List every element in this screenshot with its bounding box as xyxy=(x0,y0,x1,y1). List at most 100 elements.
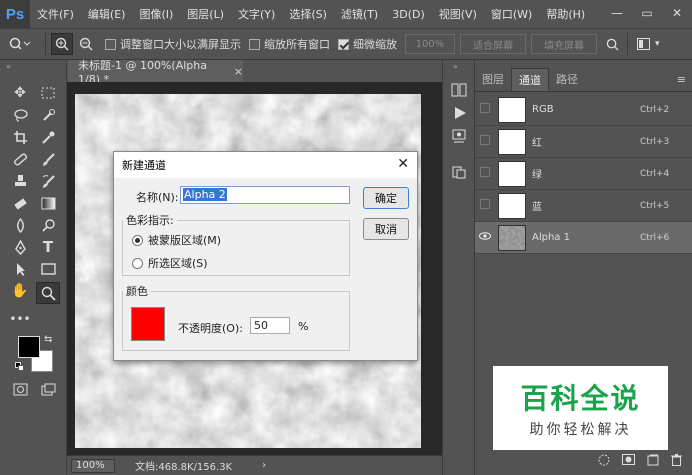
tab-paths[interactable]: 路径 xyxy=(549,68,585,91)
watermark: 百科全说 助你轻松解决 xyxy=(493,366,668,450)
path-select-tool-icon[interactable] xyxy=(8,258,32,280)
default-colors-icon[interactable] xyxy=(15,362,24,371)
channel-row-rgb[interactable]: RGB Ctrl+2 xyxy=(475,94,692,126)
menu-select[interactable]: 选择(S) xyxy=(282,6,334,22)
zoom-tool-preset-icon[interactable] xyxy=(0,37,40,51)
channel-thumbnail xyxy=(498,128,526,155)
type-tool-icon[interactable]: T xyxy=(36,236,60,258)
quick-select-tool-icon[interactable] xyxy=(36,104,60,126)
load-selection-icon[interactable] xyxy=(598,454,610,469)
eyedropper-tool-icon[interactable] xyxy=(36,126,60,148)
blur-tool-icon[interactable] xyxy=(8,214,32,236)
zoom-in-icon[interactable] xyxy=(51,33,73,55)
maximize-button[interactable]: ▭ xyxy=(632,0,662,28)
scrubby-zoom-checkbox[interactable] xyxy=(338,38,353,51)
channel-row-red[interactable]: 红 Ctrl+3 xyxy=(475,126,692,158)
channel-row-alpha1[interactable]: Alpha 1 Ctrl+6 xyxy=(475,222,692,254)
selected-areas-radio[interactable]: 所选区域(S) xyxy=(132,255,208,271)
foreground-color-swatch[interactable] xyxy=(18,336,40,358)
screen-mode-icon[interactable] xyxy=(36,378,60,400)
ok-button[interactable]: 确定 xyxy=(363,187,409,209)
align-panel-icon[interactable] xyxy=(451,164,467,183)
tab-layers[interactable]: 图层 xyxy=(475,68,511,91)
zoom-out-icon[interactable] xyxy=(75,33,97,55)
actions-play-icon[interactable] xyxy=(453,106,467,123)
menu-file[interactable]: 文件(F) xyxy=(30,6,81,22)
menu-image[interactable]: 图像(I) xyxy=(132,6,180,22)
radio-button[interactable] xyxy=(132,234,143,246)
channel-row-green[interactable]: 绿 Ctrl+4 xyxy=(475,158,692,190)
search-icon[interactable] xyxy=(602,38,622,51)
visibility-toggle[interactable] xyxy=(475,103,495,116)
zoom-all-checkbox[interactable] xyxy=(249,38,264,51)
eraser-tool-icon[interactable] xyxy=(8,192,32,214)
new-channel-icon[interactable] xyxy=(647,454,659,469)
chevron-down-icon[interactable]: ▾ xyxy=(655,39,660,49)
minimize-button[interactable]: — xyxy=(602,0,632,28)
crop-tool-icon[interactable] xyxy=(8,126,32,148)
opacity-input[interactable]: 50 xyxy=(250,317,290,334)
more-tools-icon[interactable]: ••• xyxy=(8,308,32,330)
menu-type[interactable]: 文字(Y) xyxy=(231,6,282,22)
collapse-arrows-icon[interactable]: « xyxy=(6,62,11,71)
fill-screen-button[interactable]: 填充屏幕 xyxy=(531,34,597,54)
radio-button[interactable] xyxy=(132,257,143,269)
clone-stamp-tool-icon[interactable] xyxy=(8,170,32,192)
menu-window[interactable]: 窗口(W) xyxy=(484,6,539,22)
visibility-toggle[interactable] xyxy=(475,167,495,180)
menu-help[interactable]: 帮助(H) xyxy=(539,6,592,22)
document-tab[interactable]: 未标题-1 @ 100%(Alpha 1/8) * × xyxy=(68,59,243,86)
status-menu-arrow[interactable]: › xyxy=(262,460,266,471)
close-icon[interactable]: ✕ xyxy=(397,156,409,172)
cancel-button[interactable]: 取消 xyxy=(363,218,409,240)
name-input[interactable]: Alpha 2 xyxy=(180,186,350,204)
quick-mask-icon[interactable] xyxy=(8,378,32,400)
tab-channels[interactable]: 通道 xyxy=(511,68,549,91)
trash-icon[interactable] xyxy=(671,453,682,469)
history-brush-tool-icon[interactable] xyxy=(36,170,60,192)
lasso-tool-icon[interactable] xyxy=(8,104,32,126)
swap-colors-icon[interactable]: ⇆ xyxy=(44,334,52,345)
expand-arrows-icon[interactable]: » xyxy=(453,62,458,71)
pen-tool-icon[interactable] xyxy=(8,236,32,258)
fit-screen-button[interactable]: 适合屏幕 xyxy=(460,34,526,54)
marquee-tool-icon[interactable] xyxy=(36,82,60,104)
rectangle-tool-icon[interactable] xyxy=(36,258,60,280)
new-channel-dialog: 新建通道 ✕ 名称(N): Alpha 2 确定 取消 色彩指示: 被蒙版区域(… xyxy=(113,151,418,361)
name-input-value: Alpha 2 xyxy=(183,188,227,201)
status-zoom-field[interactable]: 100% xyxy=(71,458,115,473)
status-doc-size: 文档:468.8K/156.3K xyxy=(135,462,233,473)
opacity-unit: % xyxy=(298,320,309,333)
history-panel-icon[interactable] xyxy=(451,82,467,101)
zoom-100-button[interactable]: 100% xyxy=(405,34,455,54)
brush-tool-icon[interactable] xyxy=(36,148,60,170)
close-tab-icon[interactable]: × xyxy=(234,65,243,78)
properties-panel-icon[interactable] xyxy=(451,128,467,147)
hand-tool-icon[interactable]: ✋ xyxy=(8,280,32,302)
menu-view[interactable]: 视图(V) xyxy=(432,6,484,22)
visibility-toggle[interactable] xyxy=(475,199,495,212)
color-swatch[interactable] xyxy=(131,307,165,341)
visibility-toggle[interactable] xyxy=(475,135,495,148)
eye-icon[interactable] xyxy=(475,232,495,243)
menu-edit[interactable]: 编辑(E) xyxy=(81,6,133,22)
channel-thumbnail xyxy=(498,224,526,251)
workspace-icon[interactable] xyxy=(633,38,653,50)
channel-thumbnail xyxy=(498,160,526,187)
masked-areas-radio[interactable]: 被蒙版区域(M) xyxy=(132,232,221,248)
gradient-tool-icon[interactable] xyxy=(36,192,60,214)
channel-name: 绿 xyxy=(532,170,542,181)
menu-3d[interactable]: 3D(D) xyxy=(385,8,432,21)
zoom-tool-icon[interactable] xyxy=(36,282,60,304)
save-selection-icon[interactable] xyxy=(622,454,635,468)
panel-menu-icon[interactable]: ≡ xyxy=(677,68,686,91)
opacity-label: 不透明度(O): xyxy=(178,322,243,335)
close-window-button[interactable]: ✕ xyxy=(662,0,692,28)
move-tool-icon[interactable]: ✥ xyxy=(8,82,32,104)
dodge-tool-icon[interactable] xyxy=(36,214,60,236)
channel-row-blue[interactable]: 蓝 Ctrl+5 xyxy=(475,190,692,222)
menu-layer[interactable]: 图层(L) xyxy=(180,6,231,22)
menu-filter[interactable]: 滤镜(T) xyxy=(334,6,385,22)
resize-windows-checkbox[interactable] xyxy=(105,38,120,51)
healing-brush-tool-icon[interactable] xyxy=(8,148,32,170)
